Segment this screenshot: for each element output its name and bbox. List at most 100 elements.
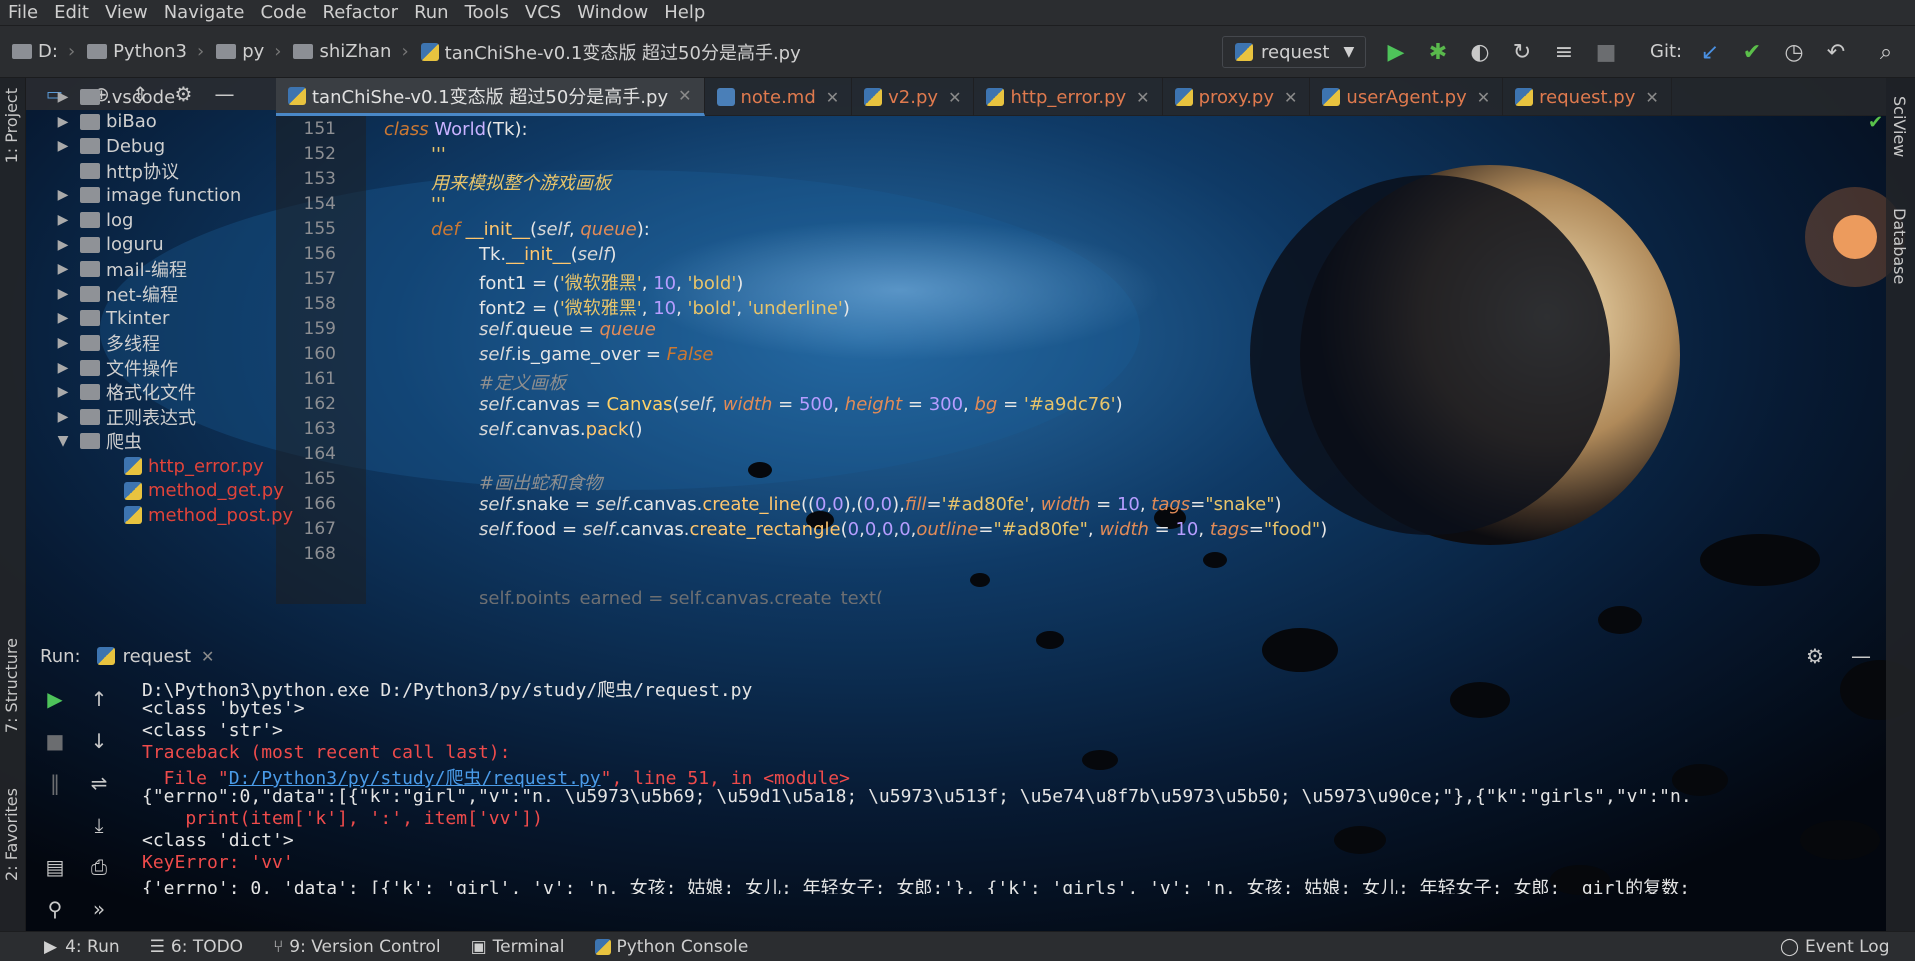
code-token: outline	[916, 519, 979, 540]
sciview-tool-tab[interactable]: SciView	[1890, 96, 1909, 157]
code-editor[interactable]: 1501511521531541551561571581591601611621…	[276, 112, 1886, 604]
git-update-icon[interactable]: ↙	[1696, 38, 1724, 66]
scroll-to-end-icon[interactable]: ⤓	[84, 810, 114, 840]
chevron-down-icon[interactable]: ▼	[56, 433, 70, 449]
menu-view[interactable]: View	[97, 2, 156, 23]
breadcrumb-shizhan[interactable]: shiZhan ›	[293, 41, 409, 62]
stop-icon[interactable]: ■	[1592, 38, 1620, 66]
chevron-right-icon[interactable]: ▶	[56, 114, 70, 130]
breadcrumb-drive[interactable]: D: ›	[12, 41, 75, 62]
run-icon[interactable]: ▶	[1382, 38, 1410, 66]
close-icon[interactable]: ✕	[1136, 88, 1149, 107]
soft-wrap-icon[interactable]: ⇌	[84, 768, 114, 798]
code-token: 0	[832, 494, 844, 515]
close-icon[interactable]: ✕	[678, 86, 691, 105]
code-token: 0	[815, 494, 827, 515]
menu-file[interactable]: File	[0, 2, 46, 23]
editor-tab[interactable]: proxy.py ✕	[1163, 78, 1311, 116]
tree-item-label: biBao	[106, 111, 157, 133]
chevron-right-icon[interactable]: ▶	[56, 138, 70, 154]
menu-edit[interactable]: Edit	[46, 2, 97, 23]
chevron-right-icon[interactable]: ▶	[56, 409, 70, 425]
close-icon[interactable]: ✕	[948, 88, 961, 107]
menu-code[interactable]: Code	[252, 2, 314, 23]
version-control-tool-button[interactable]: ⑂ 9: Version Control	[273, 937, 441, 957]
run-console[interactable]: ▶ ↑ ■ ↓ ‖ ⇌ ⤓ ▤ ⎙ ⚲ » D:\Python3\python.…	[26, 676, 1886, 931]
close-icon[interactable]: ✕	[826, 88, 839, 107]
event-log-tool-button[interactable]: ◯ Event Log	[1780, 937, 1890, 957]
gear-icon[interactable]: ⚙	[175, 82, 193, 106]
close-icon[interactable]: ✕	[1645, 88, 1658, 107]
scroll-down-icon[interactable]: ↓	[84, 726, 114, 756]
coverage-icon[interactable]: ◐	[1466, 38, 1494, 66]
pin-icon[interactable]: ⚲	[40, 894, 70, 924]
gear-icon[interactable]: ⚙	[1806, 644, 1824, 668]
code-token: __init__	[465, 219, 531, 240]
editor-tab[interactable]: v2.py ✕	[852, 78, 975, 116]
run-configuration-select[interactable]: request ▼	[1222, 36, 1366, 68]
breadcrumb-python3[interactable]: Python3 ›	[87, 41, 204, 62]
hide-icon[interactable]: —	[214, 82, 234, 106]
menu-tools[interactable]: Tools	[457, 2, 517, 23]
structure-tool-tab[interactable]: 7: Structure	[2, 638, 21, 733]
breadcrumb-py[interactable]: py ›	[216, 41, 281, 62]
revert-icon[interactable]: ↶	[1822, 38, 1850, 66]
tree-file-item[interactable]: method_post.py	[124, 500, 293, 530]
tree-item-label: http_error.py	[148, 455, 264, 477]
menu-vcs[interactable]: VCS	[517, 2, 569, 23]
close-icon[interactable]: ✕	[1284, 88, 1297, 107]
python-console-tool-button[interactable]: Python Console	[594, 937, 748, 957]
profile-icon[interactable]: ↻	[1508, 38, 1536, 66]
hide-icon[interactable]: —	[1851, 644, 1871, 668]
print-icon[interactable]: ⎙	[84, 852, 114, 882]
chevron-right-icon[interactable]: ▶	[56, 89, 70, 105]
history-icon[interactable]: ◷	[1780, 38, 1808, 66]
stop-icon[interactable]: ■	[40, 726, 70, 756]
rerun-icon[interactable]: ▶	[40, 684, 70, 714]
database-tool-tab[interactable]: Database	[1890, 208, 1909, 284]
git-commit-icon[interactable]: ✔	[1738, 38, 1766, 66]
menu-window[interactable]: Window	[569, 2, 656, 23]
close-icon[interactable]: ✕	[201, 647, 214, 666]
editor-tab[interactable]: tanChiShe-v0.1变态版 超过50分是高手.py ✕	[276, 78, 705, 116]
project-tool-tab[interactable]: 1: Project	[2, 88, 21, 163]
scroll-up-icon[interactable]: ↑	[84, 684, 114, 714]
more-icon[interactable]: »	[84, 894, 114, 924]
chevron-right-icon[interactable]: ▶	[56, 360, 70, 376]
breadcrumb-file[interactable]: tanChiShe-v0.1变态版 超过50分是高手.py	[420, 39, 801, 65]
chevron-right-icon[interactable]: ▶	[56, 286, 70, 302]
editor-tab[interactable]: http_error.py ✕	[974, 78, 1163, 116]
editor-tab[interactable]: userAgent.py ✕	[1310, 78, 1504, 116]
right-tool-strip: SciView Database	[1886, 78, 1915, 931]
chevron-right-icon[interactable]: ▶	[56, 237, 70, 253]
code-token: queue	[580, 219, 637, 240]
line-number: 162	[303, 394, 336, 414]
pause-icon[interactable]: ‖	[40, 768, 70, 798]
terminal-tool-button[interactable]: ▣ Terminal	[471, 937, 565, 957]
chevron-right-icon[interactable]: ▶	[56, 212, 70, 228]
navigation-bar: D: › Python3 › py › shiZhan › tanChiShe-v0.1…	[0, 26, 1915, 78]
chevron-right-icon[interactable]: ▶	[56, 335, 70, 351]
favorites-tool-tab[interactable]: 2: Favorites	[2, 788, 21, 881]
menu-help[interactable]: Help	[656, 2, 713, 23]
debug-icon[interactable]: ✱	[1424, 38, 1452, 66]
run-tool-button[interactable]: ▶ 4: Run	[44, 937, 120, 957]
editor-tab[interactable]: request.py ✕	[1503, 78, 1672, 116]
line-number: 153	[303, 169, 336, 189]
chevron-right-icon[interactable]: ▶	[56, 384, 70, 400]
code-token: Tk.	[479, 244, 507, 265]
chevron-right-icon[interactable]: ▶	[56, 187, 70, 203]
menu-refactor[interactable]: Refactor	[315, 2, 407, 23]
close-icon[interactable]: ✕	[1477, 88, 1490, 107]
chevron-right-icon[interactable]: ▶	[56, 261, 70, 277]
editor-tab[interactable]: note.md ✕	[705, 78, 853, 116]
code-token: "#ad80fe"	[993, 519, 1088, 540]
todo-tool-button[interactable]: ☰ 6: TODO	[150, 937, 243, 957]
run-tab-request[interactable]: request	[123, 646, 191, 667]
menu-run[interactable]: Run	[406, 2, 457, 23]
chevron-right-icon[interactable]: ▶	[56, 310, 70, 326]
search-icon[interactable]: ⌕	[1872, 38, 1900, 66]
concurrency-icon[interactable]: ≡	[1550, 38, 1578, 66]
menu-navigate[interactable]: Navigate	[156, 2, 253, 23]
layout-icon[interactable]: ▤	[40, 852, 70, 882]
